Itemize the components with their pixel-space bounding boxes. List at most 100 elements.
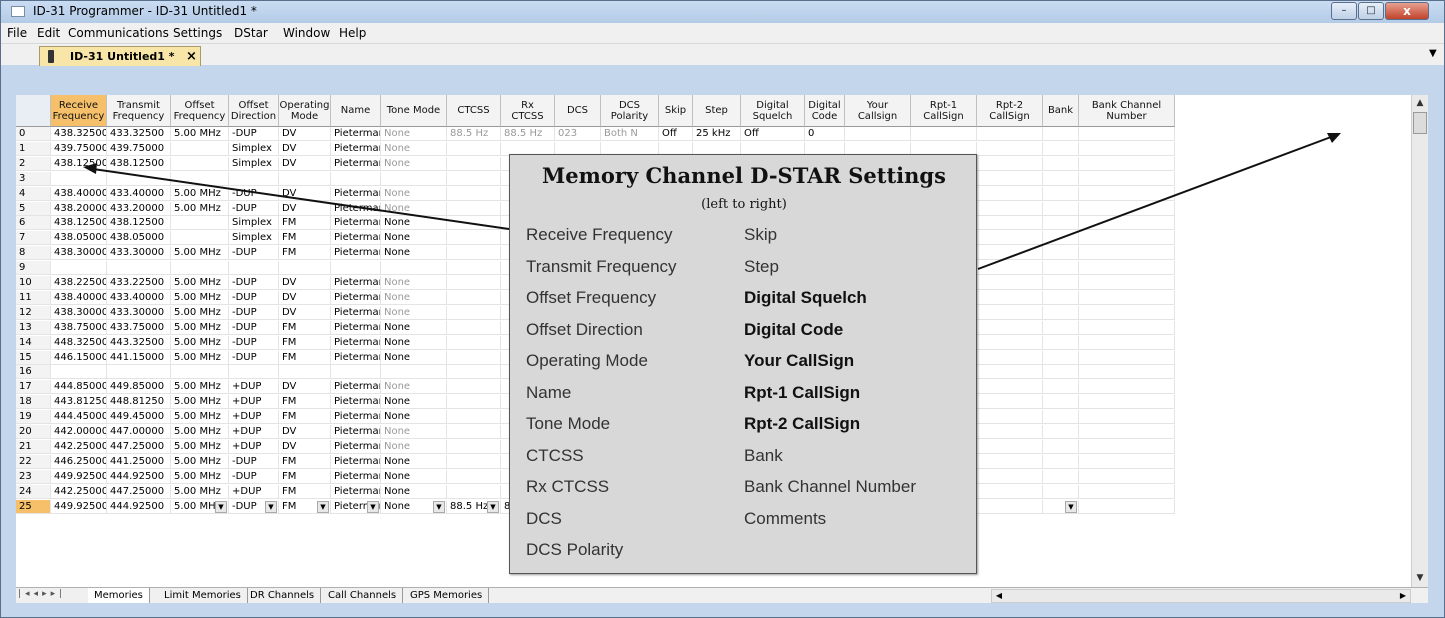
cell-empty[interactable] [1043, 305, 1079, 320]
cell-tx[interactable]: 433.40000 [107, 290, 171, 305]
cell-empty[interactable] [977, 365, 1043, 380]
cell-empty[interactable] [1043, 186, 1079, 201]
column-header-tone-mode[interactable]: Tone Mode [381, 95, 447, 127]
cell-tx[interactable]: 433.20000 [107, 201, 171, 216]
cell-tone[interactable]: None ▼ [381, 499, 447, 514]
cell-empty[interactable] [1079, 127, 1175, 141]
cell-empty[interactable] [1079, 439, 1175, 454]
cell-empty[interactable] [1079, 410, 1175, 425]
cell-rx[interactable]: 442.00000 [51, 425, 107, 439]
cell-rx[interactable]: 442.25000 [51, 439, 107, 454]
cell-off[interactable] [171, 261, 229, 276]
row-number[interactable]: 14 [16, 335, 51, 350]
cell-ctcss[interactable] [447, 365, 501, 380]
cell-tone[interactable]: None [381, 127, 447, 141]
cell-empty[interactable] [1043, 246, 1079, 261]
row-number[interactable]: 5 [16, 201, 51, 216]
cell-name[interactable]: Pietermari [331, 305, 381, 320]
cell-tone[interactable]: None [381, 469, 447, 484]
cell-tx[interactable]: 441.25000 [107, 454, 171, 469]
row-number[interactable]: 18 [16, 395, 51, 410]
cell-empty[interactable] [1043, 484, 1079, 499]
cell-rx[interactable] [51, 365, 107, 380]
cell-rx[interactable]: 438.12500 [51, 216, 107, 231]
cell-empty[interactable] [977, 484, 1043, 499]
cell-name[interactable]: Pietermari [331, 469, 381, 484]
cell-off[interactable]: 5.00 MHz [171, 484, 229, 499]
cell-rx[interactable]: 438.22500 [51, 276, 107, 290]
scroll-thumb[interactable] [1413, 112, 1427, 134]
cell-off[interactable]: 5.00 MH ▼ [171, 499, 229, 514]
cell-dir[interactable] [229, 365, 279, 380]
cell-ctcss[interactable] [447, 425, 501, 439]
cell-name[interactable]: Pietermari [331, 320, 381, 335]
row-number[interactable]: 17 [16, 380, 51, 395]
row-number[interactable]: 11 [16, 290, 51, 305]
cell-ctcss[interactable] [447, 380, 501, 395]
column-header-dcs[interactable]: DCS [555, 95, 601, 127]
cell-dir[interactable]: Simplex [229, 156, 279, 171]
table-row[interactable]: 0 438.32500 433.32500 5.00 MHz -DUP DV Pieterm… [16, 127, 1428, 141]
cell-off[interactable] [171, 171, 229, 186]
cell-empty[interactable] [1043, 335, 1079, 350]
cell-empty[interactable] [1079, 261, 1175, 276]
cell-dcs[interactable]: 023 [555, 127, 601, 141]
cell-dir[interactable]: -DUP [229, 201, 279, 216]
cell-off[interactable]: 5.00 MHz [171, 380, 229, 395]
minimize-button[interactable]: – [1331, 2, 1357, 20]
cell-empty[interactable] [1043, 454, 1079, 469]
cell-dsq[interactable]: Off [741, 127, 805, 141]
menu-settings[interactable]: Settings [173, 26, 222, 40]
cell-dir[interactable]: +DUP [229, 425, 279, 439]
row-number[interactable]: 8 [16, 246, 51, 261]
cell-rx[interactable]: 438.20000 [51, 201, 107, 216]
cell-rx[interactable]: 438.05000 [51, 231, 107, 246]
cell-off[interactable]: 5.00 MHz [171, 454, 229, 469]
cell-tx[interactable]: 444.92500 [107, 499, 171, 514]
cell-ctcss[interactable]: 88.5 Hz ▼ [447, 499, 501, 514]
column-header-dcs-polarity[interactable]: DCS Polarity [601, 95, 659, 127]
cell-empty[interactable] [977, 395, 1043, 410]
cell-empty[interactable] [977, 290, 1043, 305]
cell-rx[interactable]: 448.32500 [51, 335, 107, 350]
row-number[interactable]: 1 [16, 141, 51, 156]
cell-empty[interactable] [1043, 290, 1079, 305]
cell-tone[interactable]: None [381, 186, 447, 201]
cell-tx[interactable]: 439.75000 [107, 141, 171, 156]
cell-tx[interactable] [107, 365, 171, 380]
cell-dir[interactable]: -DUP [229, 305, 279, 320]
cell-off[interactable] [171, 216, 229, 231]
cell-dir[interactable]: +DUP [229, 439, 279, 454]
cell-off[interactable]: 5.00 MHz [171, 350, 229, 365]
cell-rx[interactable]: 444.85000 [51, 380, 107, 395]
cell-off[interactable] [171, 156, 229, 171]
cell-name[interactable]: Pietermari [331, 335, 381, 350]
column-header-rpt-1-callsign[interactable]: Rpt-1 CallSign [911, 95, 977, 127]
sheet-tab-limit-memories[interactable]: Limit Memories [158, 588, 248, 603]
cell-off[interactable]: 5.00 MHz [171, 425, 229, 439]
cell-empty[interactable] [1079, 246, 1175, 261]
cell-dir[interactable] [229, 171, 279, 186]
cell-dcode[interactable]: 0 [805, 127, 845, 141]
cell-empty[interactable] [977, 141, 1043, 156]
cell-tone[interactable]: None [381, 454, 447, 469]
cell-mode[interactable]: FM [279, 320, 331, 335]
cell-empty[interactable] [977, 127, 1043, 141]
cell-mode[interactable] [279, 171, 331, 186]
cell-mode[interactable]: DV [279, 201, 331, 216]
cell-ctcss[interactable] [447, 216, 501, 231]
cell-tx[interactable]: 449.45000 [107, 410, 171, 425]
row-number[interactable]: 7 [16, 231, 51, 246]
cell-empty[interactable] [1043, 156, 1079, 171]
cell-ctcss[interactable] [447, 484, 501, 499]
cell-rx[interactable]: 438.75000 [51, 320, 107, 335]
cell-pol[interactable]: Both N [601, 127, 659, 141]
column-header-offset-direction[interactable]: Offset Direction [229, 95, 279, 127]
row-number[interactable]: 22 [16, 454, 51, 469]
cell-tx[interactable]: 449.85000 [107, 380, 171, 395]
cell-mode[interactable]: FM [279, 246, 331, 261]
cell-empty[interactable] [1043, 201, 1079, 216]
cell-off[interactable] [171, 141, 229, 156]
cell-name[interactable] [331, 171, 381, 186]
cell-empty[interactable] [1043, 425, 1079, 439]
